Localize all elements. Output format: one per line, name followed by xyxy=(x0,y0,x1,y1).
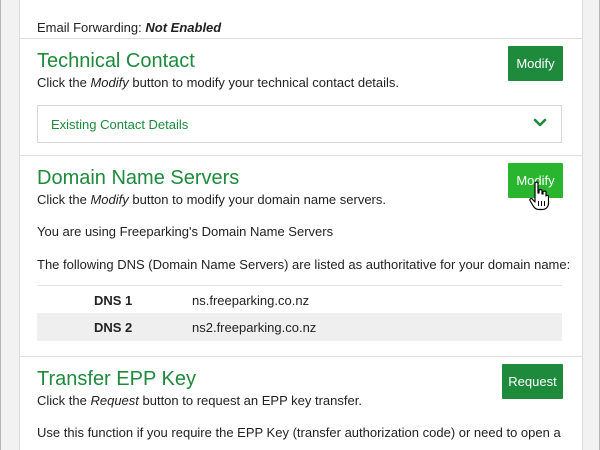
email-forwarding-value: Not Enabled xyxy=(145,20,222,35)
section-divider xyxy=(20,155,582,156)
dns-label: DNS 2 xyxy=(94,320,133,335)
transfer-epp-title: Transfer EPP Key xyxy=(37,368,196,390)
dns-label: DNS 1 xyxy=(94,293,133,308)
technical-contact-description: Click the Modify button to modify your t… xyxy=(37,75,400,90)
hand-pointer-icon xyxy=(529,181,550,216)
transfer-epp-use-text: Use this function if you require the EPP… xyxy=(37,425,561,440)
section-divider xyxy=(20,38,582,39)
accordion-label: Existing Contact Details xyxy=(51,117,189,132)
transfer-epp-request-button[interactable]: Request xyxy=(502,364,563,399)
domain-name-servers-description: Click the Modify button to modify your d… xyxy=(37,192,386,207)
transfer-epp-description: Click the Request button to request an E… xyxy=(37,393,362,408)
technical-contact-modify-button[interactable]: Modify xyxy=(508,46,563,81)
page-frame: Email Forwarding: Not Enabled Technical … xyxy=(0,0,600,450)
domain-name-servers-title: Domain Name Servers xyxy=(37,167,240,189)
dns-using-text: You are using Freeparking's Domain Name … xyxy=(37,224,334,239)
technical-contact-title: Technical Contact xyxy=(37,50,195,72)
existing-contact-details-accordion[interactable]: Existing Contact Details xyxy=(37,105,562,143)
domain-details-panel: Email Forwarding: Not Enabled Technical … xyxy=(19,0,583,450)
dns-table: DNS 1 ns.freeparking.co.nz DNS 2 ns2.fre… xyxy=(37,285,562,341)
chevron-down-icon[interactable] xyxy=(533,116,547,134)
dns-value: ns.freeparking.co.nz xyxy=(192,293,310,308)
table-row: DNS 2 ns2.freeparking.co.nz xyxy=(37,313,562,341)
email-forwarding-status: Email Forwarding: Not Enabled xyxy=(37,20,221,35)
email-forwarding-label: Email Forwarding: xyxy=(37,20,142,35)
dns-value: ns2.freeparking.co.nz xyxy=(192,320,317,335)
table-row: DNS 1 ns.freeparking.co.nz xyxy=(37,285,562,313)
section-divider xyxy=(20,356,582,357)
dns-listed-text: The following DNS (Domain Name Servers) … xyxy=(37,257,571,272)
